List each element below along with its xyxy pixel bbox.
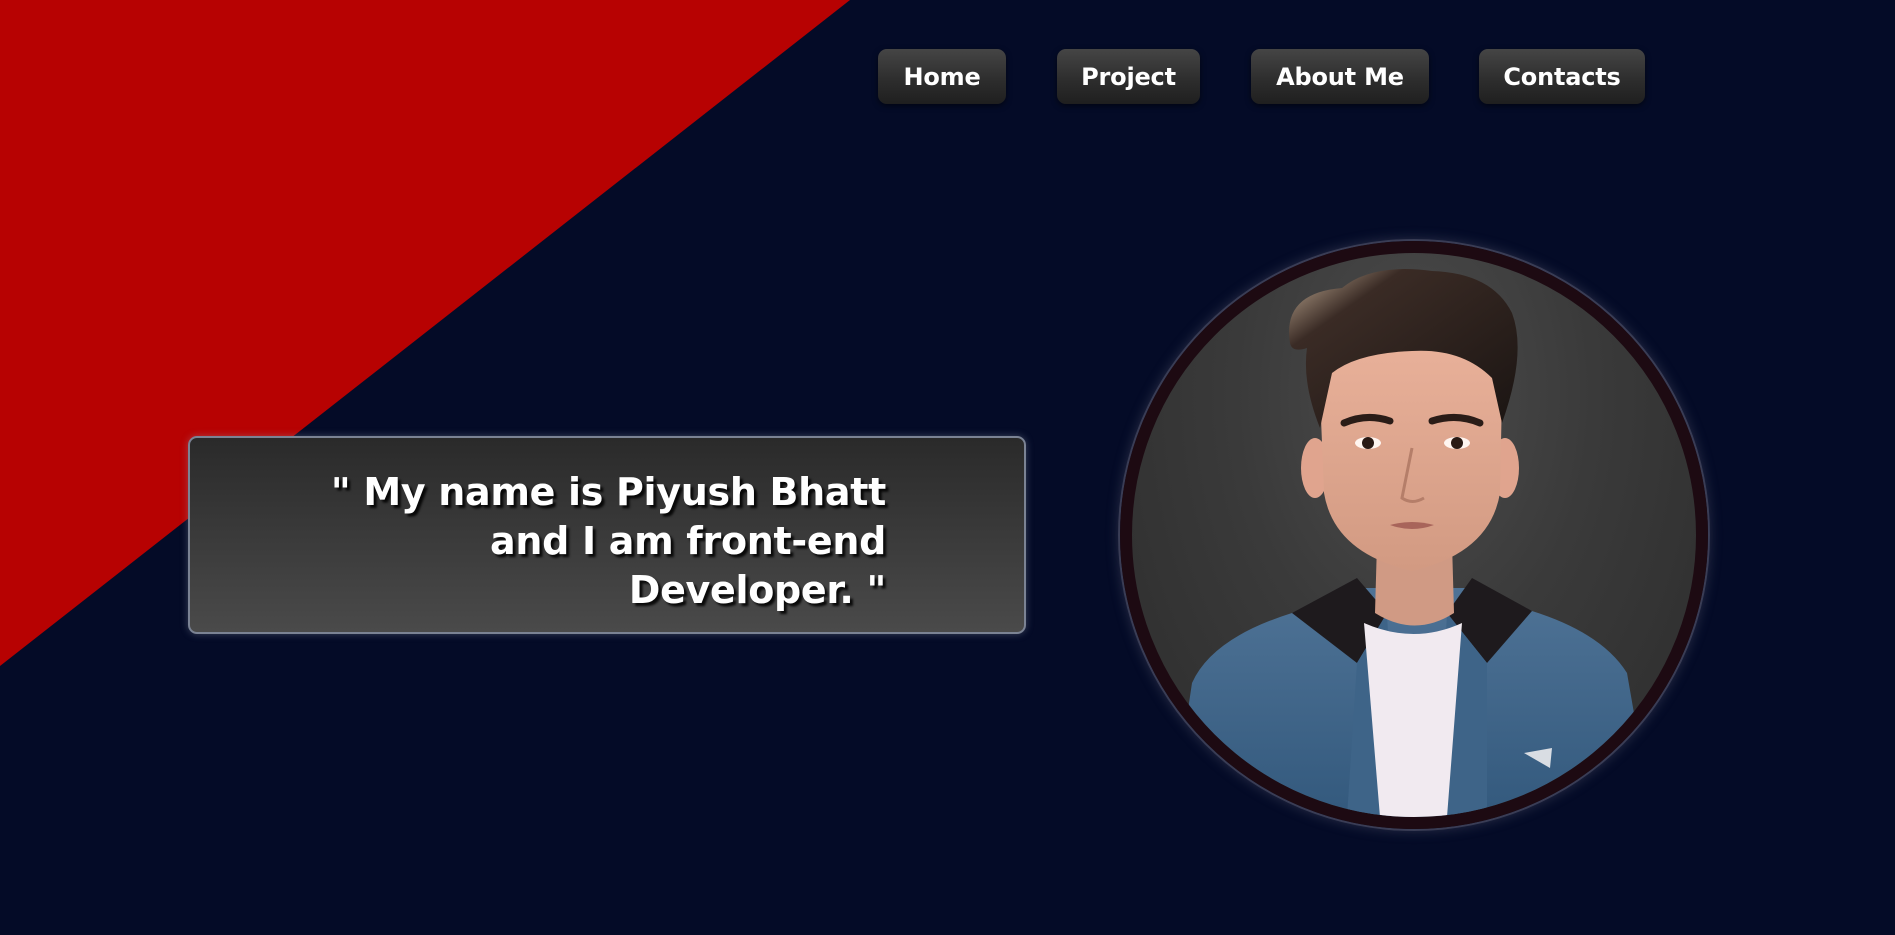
intro-line-3: Developer. ": [628, 568, 886, 612]
nav-home-button[interactable]: Home: [878, 49, 1006, 104]
intro-line-1: " My name is Piyush Bhatt: [330, 470, 886, 514]
nav-contacts-button[interactable]: Contacts: [1479, 49, 1645, 104]
intro-line-2: and I am front-end: [490, 519, 886, 563]
intro-card: " My name is Piyush Bhatt and I am front…: [188, 436, 1026, 634]
nav-about-me-button[interactable]: About Me: [1251, 49, 1429, 104]
profile-photo-frame: [1120, 241, 1708, 829]
intro-quote: " My name is Piyush Bhatt and I am front…: [246, 468, 886, 615]
nav-project-button[interactable]: Project: [1057, 49, 1200, 104]
profile-photo: [1172, 269, 1652, 817]
